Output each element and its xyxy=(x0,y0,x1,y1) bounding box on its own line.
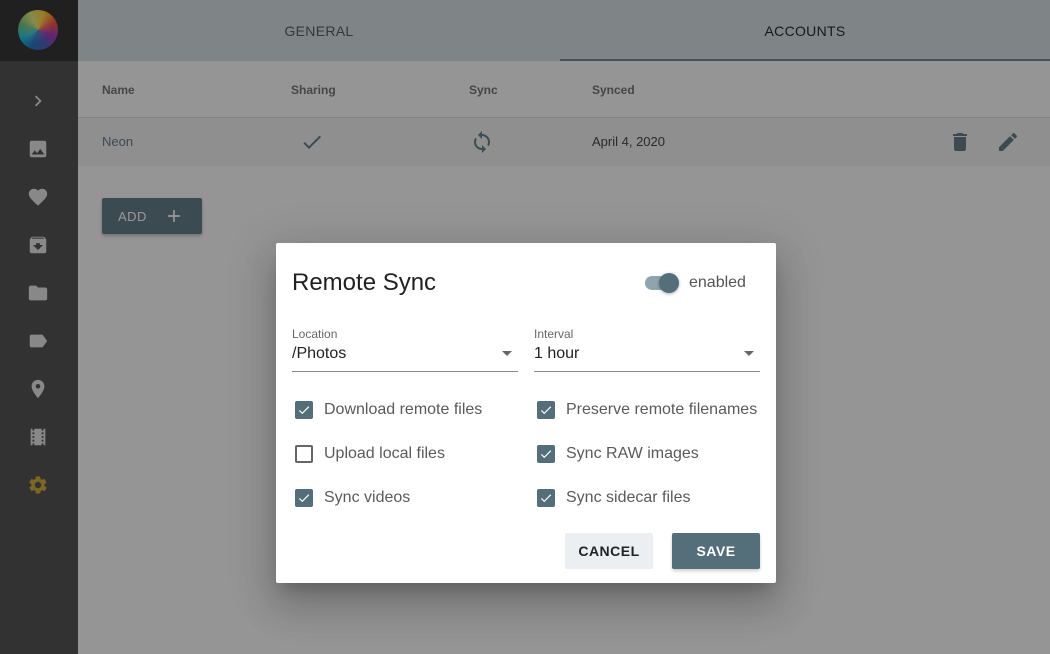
checkbox-checked-icon xyxy=(295,401,313,419)
checkbox-checked-icon xyxy=(537,445,555,463)
sync-raw-images-checkbox[interactable]: Sync RAW images xyxy=(534,442,699,466)
sync-videos-checkbox[interactable]: Sync videos xyxy=(292,486,410,510)
toggle-label[interactable]: enabled xyxy=(689,274,746,292)
checkbox-label: Sync sidecar files xyxy=(566,489,691,506)
interval-label: Interval xyxy=(534,327,574,341)
checkbox-checked-icon xyxy=(537,401,555,419)
checkbox-label: Upload local files xyxy=(324,445,445,462)
interval-select[interactable]: Interval 1 hour xyxy=(534,327,760,372)
cancel-button[interactable]: CANCEL xyxy=(565,533,653,569)
checkbox-label: Sync videos xyxy=(324,489,411,506)
location-select[interactable]: Location /Photos xyxy=(292,327,518,372)
checkbox-label: Sync RAW images xyxy=(566,445,699,462)
dropdown-arrow-icon xyxy=(744,351,754,356)
dialog-title: Remote Sync xyxy=(292,269,437,296)
checkbox-label: Preserve remote filenames xyxy=(566,401,758,418)
checkbox-unchecked-icon xyxy=(295,445,313,463)
save-button[interactable]: SAVE xyxy=(672,533,760,569)
location-label: Location xyxy=(292,327,338,341)
checkbox-checked-icon xyxy=(537,489,555,507)
toggle-thumb xyxy=(659,273,679,293)
preserve-remote-filenames-checkbox[interactable]: Preserve remote filenames xyxy=(534,398,757,422)
download-remote-files-checkbox[interactable]: Download remote files xyxy=(292,398,482,422)
remote-sync-dialog: Remote Sync enabled Location /Photos Int… xyxy=(276,243,776,583)
sync-sidecar-files-checkbox[interactable]: Sync sidecar files xyxy=(534,486,691,510)
checkbox-checked-icon xyxy=(295,489,313,507)
upload-local-files-checkbox[interactable]: Upload local files xyxy=(292,442,445,466)
location-value: /Photos xyxy=(292,345,347,362)
interval-value: 1 hour xyxy=(534,345,580,362)
enabled-toggle[interactable] xyxy=(645,273,679,293)
checkbox-label: Download remote files xyxy=(324,401,483,418)
dropdown-arrow-icon xyxy=(502,351,512,356)
